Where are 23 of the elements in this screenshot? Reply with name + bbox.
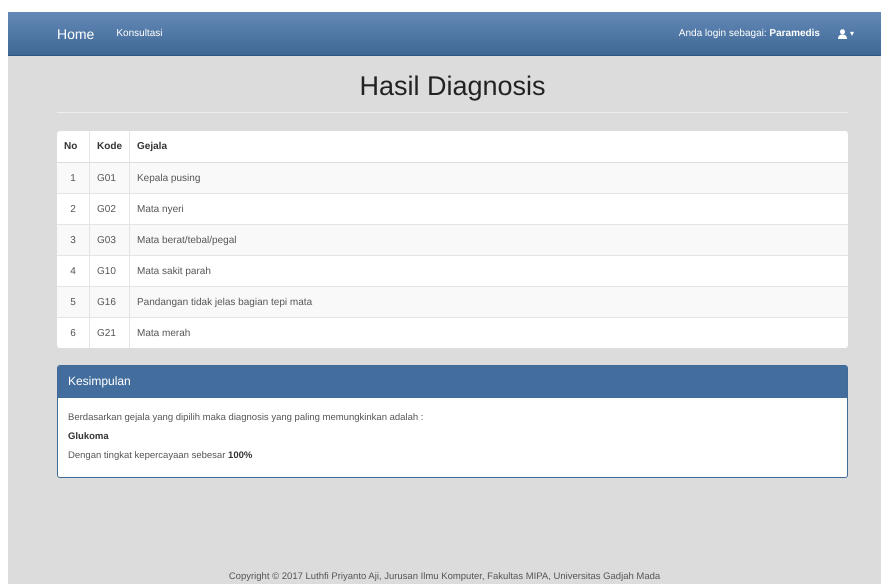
home-link[interactable]: Home xyxy=(57,26,94,42)
page-title: Hasil Diagnosis xyxy=(57,56,848,113)
table-cell: 1 xyxy=(57,162,90,194)
table-cell: 5 xyxy=(57,286,90,318)
footer-text: Copyright © 2017 Luthfi Priyanto Aji, Jurusan Ilmu Komputer, Fakultas MIPA, Universitas Gadjah Mada xyxy=(228,571,662,582)
table-cell: G01 xyxy=(90,162,130,194)
table-cell: Kepala pusing xyxy=(130,162,848,194)
table-cell: G21 xyxy=(90,318,130,348)
conclusion-text: Glukoma xyxy=(68,431,110,442)
user-menu[interactable]: ▾ xyxy=(838,28,854,38)
table-cell: Pandangan tidak jelas bagian tepi mata xyxy=(130,286,848,318)
conclusion-text: Dengan tingkat kepercayaan sebesar 100% xyxy=(68,450,254,461)
login-status: Anda login sebagai: Paramedis xyxy=(678,28,820,39)
table-cell: G03 xyxy=(90,224,130,256)
conclusion-text: Berdasarkan gejala yang dipilih maka diagnosis yang paling memungkinkan adalah : xyxy=(68,412,424,423)
user-icon xyxy=(838,28,847,38)
panel-heading: Kesimpulan xyxy=(58,366,847,398)
table-cell: G16 xyxy=(90,286,130,318)
table-cell: 6 xyxy=(57,318,90,348)
table-cell: Mata merah xyxy=(130,318,848,348)
table-cell: 3 xyxy=(57,224,90,256)
nav-link[interactable]: Konsultasi xyxy=(116,28,162,39)
table-cell: Mata berat/tebal/pegal xyxy=(130,224,848,256)
